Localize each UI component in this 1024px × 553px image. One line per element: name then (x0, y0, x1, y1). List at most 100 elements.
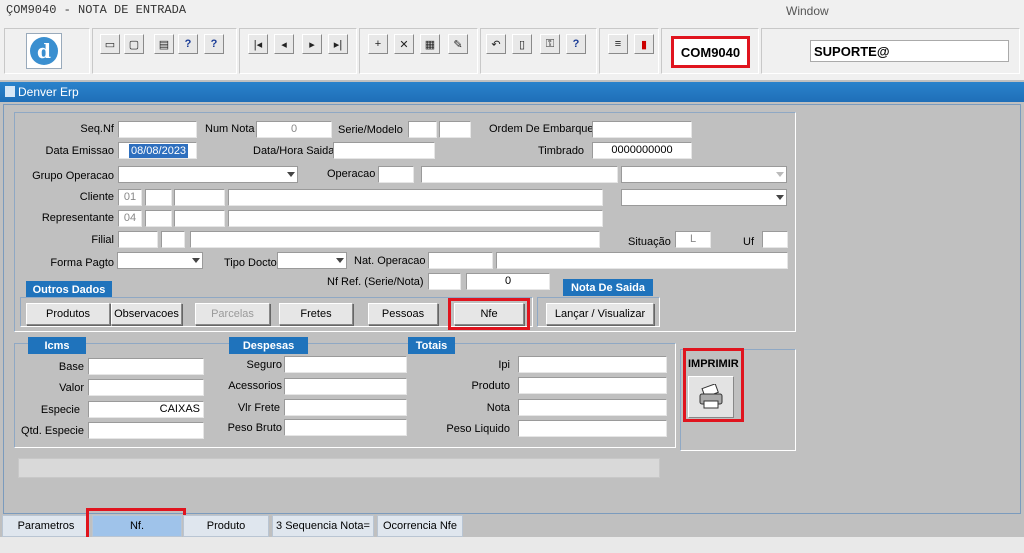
timbrado-label: Timbrado (538, 145, 585, 157)
print-icon[interactable]: ▤ (154, 34, 174, 54)
modelo-field[interactable] (439, 121, 471, 138)
nota-field[interactable] (518, 399, 667, 416)
seq-nf-field[interactable] (118, 121, 197, 138)
cliente-num-field[interactable] (174, 189, 225, 206)
produtos-button[interactable]: Produtos (26, 303, 110, 325)
grupo-operacao-label: Grupo Operacao (32, 170, 114, 182)
nat-operacao-desc-field[interactable] (496, 252, 788, 269)
seq-nf-label: Seq.Nf (80, 123, 114, 135)
representante-name-field[interactable] (228, 210, 603, 227)
window-icon[interactable]: ▢ (124, 34, 144, 54)
produto-label: Produto (471, 380, 510, 392)
add-record-icon[interactable]: + (368, 34, 388, 54)
execute-query-icon[interactable]: ? (204, 34, 224, 54)
operacao-select[interactable] (621, 166, 787, 183)
uf-field[interactable] (762, 231, 788, 248)
tab-produto[interactable]: Produto (183, 515, 269, 537)
peso-liquido-label: Peso Liquido (446, 423, 510, 435)
chevron-down-icon (776, 195, 784, 200)
chevron-down-icon (336, 258, 344, 263)
valor-field[interactable] (88, 379, 204, 396)
situacao-label: Situação (628, 236, 671, 248)
chevron-down-icon (192, 258, 200, 263)
data-emissao-label: Data Emissao (45, 145, 114, 157)
especie-field[interactable]: CAIXAS (88, 401, 204, 418)
nf-ref-nota-field[interactable]: 0 (466, 273, 550, 290)
tab-parametros[interactable]: Parametros (2, 515, 90, 537)
grupo-operacao-select[interactable] (118, 166, 298, 183)
chevron-down-icon (776, 172, 784, 177)
delete-record-icon[interactable]: ✕ (394, 34, 414, 54)
previous-record-icon[interactable]: ◂ (274, 34, 294, 54)
nfe-highlight (448, 298, 530, 330)
timbrado-field[interactable]: 0000000000 (592, 142, 692, 159)
observacoes-button[interactable]: Observacoes (111, 303, 182, 325)
cliente-select[interactable] (621, 189, 787, 206)
cliente-name-field[interactable] (228, 189, 603, 206)
fretes-button[interactable]: Fretes (279, 303, 353, 325)
situacao-field[interactable]: L (675, 231, 711, 248)
representante-code-field[interactable]: 04 (118, 210, 142, 227)
query-icon[interactable]: ? (178, 34, 198, 54)
operacao-code-field[interactable] (378, 166, 414, 183)
list-values-icon[interactable]: ▦ (420, 34, 440, 54)
operacao-desc-field[interactable] (421, 166, 618, 183)
pessoas-button[interactable]: Pessoas (368, 303, 438, 325)
filial-code-field[interactable] (118, 231, 158, 248)
vlr-frete-field[interactable] (284, 399, 407, 416)
last-record-icon[interactable]: ▸| (328, 34, 348, 54)
ipi-field[interactable] (518, 356, 667, 373)
peso-liquido-field[interactable] (518, 420, 667, 437)
tab-sequencia-nota[interactable]: 3 Sequencia Nota= (272, 515, 374, 537)
representante-num-field[interactable] (174, 210, 225, 227)
undo-icon[interactable]: ↶ (486, 34, 506, 54)
num-nota-field[interactable]: 0 (256, 121, 332, 138)
serie-field[interactable] (408, 121, 437, 138)
lancar-visualizar-button[interactable]: Lançar / Visualizar (546, 303, 654, 325)
base-label: Base (58, 361, 84, 373)
filial-sub-field[interactable] (161, 231, 185, 248)
help-icon[interactable]: ? (566, 34, 586, 54)
next-record-icon[interactable]: ▸ (302, 34, 322, 54)
nf-ref-serie-field[interactable] (428, 273, 461, 290)
keys-icon[interactable]: ⚿ (540, 34, 560, 54)
save-icon[interactable]: ▭ (100, 34, 120, 54)
produto-field[interactable] (518, 377, 667, 394)
acessorios-field[interactable] (284, 378, 407, 395)
imprimir-highlight (683, 348, 744, 422)
exit-icon[interactable]: ▮ (634, 34, 654, 54)
data-hora-saida-field[interactable] (333, 142, 435, 159)
nat-operacao-code-field[interactable] (428, 252, 493, 269)
bottom-band (0, 537, 1024, 553)
cliente-sub-field[interactable] (145, 189, 172, 206)
tipo-docto-label: Tipo Docto (224, 257, 277, 269)
acessorios-label: Acessorios (228, 380, 282, 392)
message-bar (18, 458, 660, 478)
filial-name-field[interactable] (190, 231, 600, 248)
chevron-down-icon (287, 172, 295, 177)
user-field: SUPORTE@ (810, 40, 1009, 62)
data-emissao-field[interactable]: 08/08/2023 (118, 142, 197, 159)
data-hora-saida-label: Data/Hora Saida (253, 145, 335, 157)
qtd-especie-field[interactable] (88, 422, 204, 439)
first-record-icon[interactable]: |◂ (248, 34, 268, 54)
representante-label: Representante (41, 212, 114, 224)
tab-ocorrencia-nfe[interactable]: Ocorrencia Nfe (377, 515, 463, 537)
edit-icon[interactable]: ✎ (448, 34, 468, 54)
parcelas-button[interactable]: Parcelas (195, 303, 270, 325)
seguro-field[interactable] (284, 356, 407, 373)
window-menu[interactable]: Window (786, 4, 829, 18)
tab-outros-dados: Outros Dados (26, 281, 112, 298)
ordem-embarque-field[interactable] (592, 121, 692, 138)
representante-sub-field[interactable] (145, 210, 172, 227)
menu-icon[interactable]: ≡ (608, 34, 628, 54)
peso-bruto-label: Peso Bruto (227, 422, 282, 434)
base-field[interactable] (88, 358, 204, 375)
peso-bruto-field[interactable] (284, 419, 407, 436)
num-nota-label: Num Nota (205, 123, 255, 135)
cliente-label: Cliente (79, 191, 114, 203)
tipo-docto-select[interactable] (277, 252, 347, 269)
clipboard-icon[interactable]: ▯ (512, 34, 532, 54)
cliente-code-field[interactable]: 01 (118, 189, 142, 206)
forma-pagto-select[interactable] (117, 252, 203, 269)
